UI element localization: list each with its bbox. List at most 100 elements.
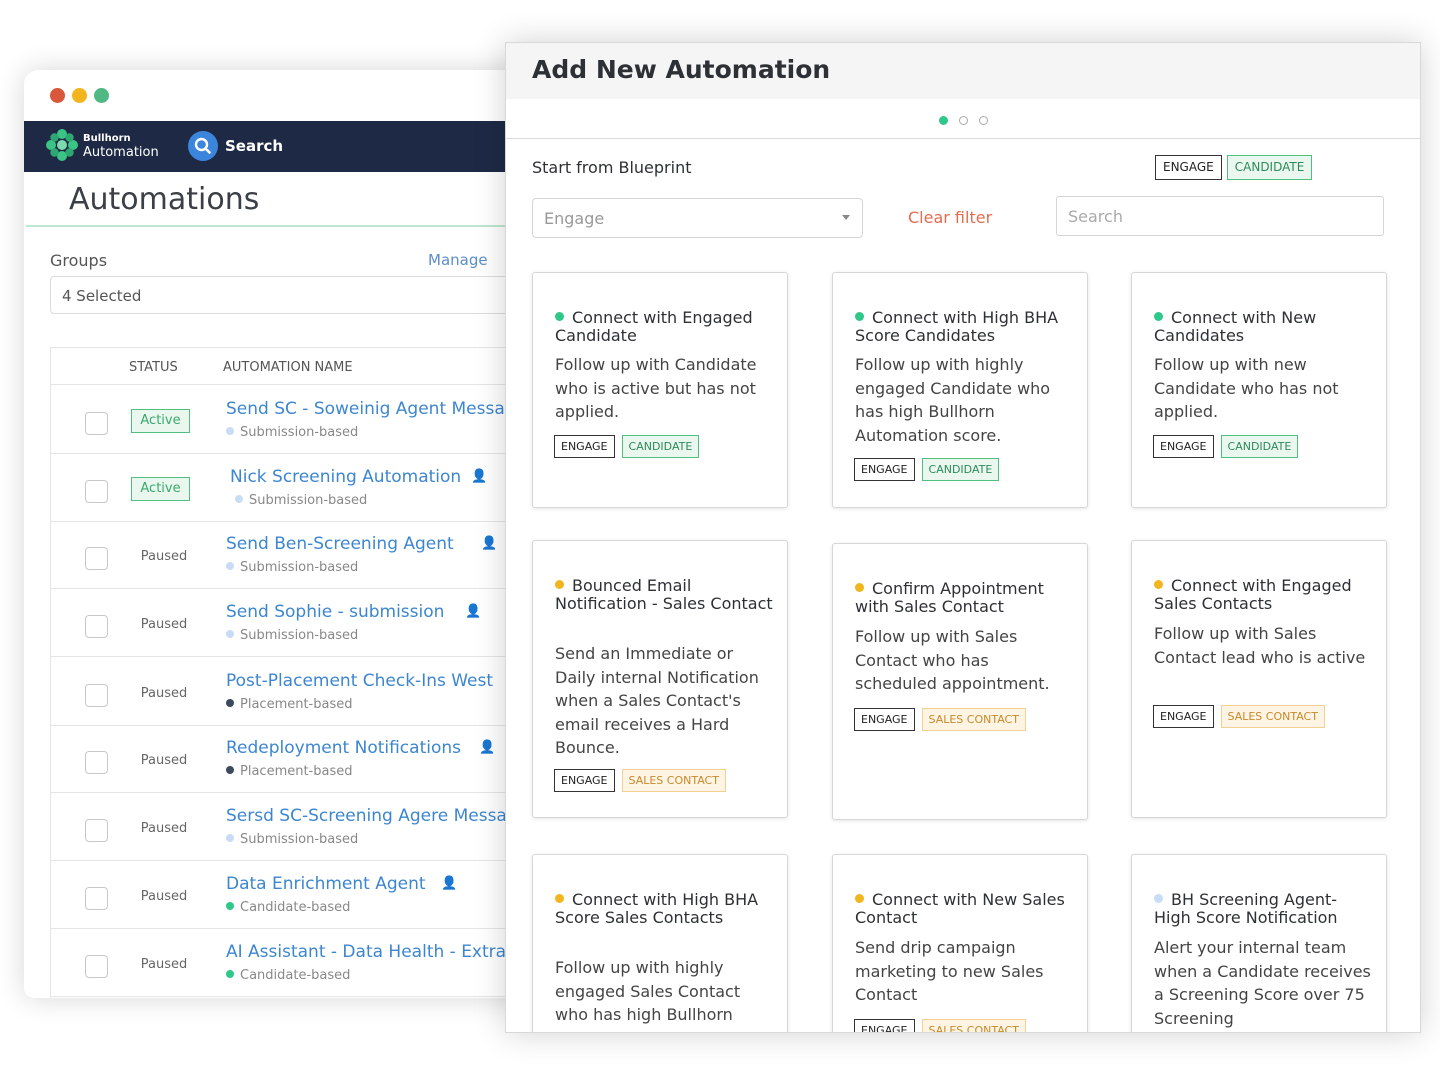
automation-type-label: Submission-based bbox=[240, 628, 359, 643]
page-dot[interactable] bbox=[979, 116, 988, 125]
category-select[interactable]: Engage bbox=[532, 198, 863, 238]
blueprint-card[interactable]: Connect with New Candidates Follow up wit… bbox=[1131, 272, 1387, 508]
groups-select[interactable]: 4 Selected bbox=[50, 276, 584, 314]
blueprint-card[interactable]: Connect with High BHA Score Candidates Fo… bbox=[832, 272, 1088, 508]
category-select-value: Engage bbox=[544, 209, 605, 228]
card-title: BH Screening Agent- High Score Notificat… bbox=[1154, 891, 1374, 927]
engage-tag: ENGAGE bbox=[854, 708, 915, 731]
card-description: Follow up with Sales Contact who has sch… bbox=[855, 627, 1050, 693]
blueprint-card[interactable]: Confirm Appointment with Sales Contact Fo… bbox=[832, 543, 1088, 820]
status-badge: Paused bbox=[140, 617, 188, 632]
row-checkbox[interactable] bbox=[85, 955, 108, 978]
card-title: Confirm Appointment with Sales Contact bbox=[855, 580, 1075, 616]
blueprint-card[interactable]: Connect with High BHA Score Sales Contac… bbox=[532, 854, 788, 1032]
name-column-header[interactable]: AUTOMATION NAME bbox=[223, 360, 353, 375]
status-dot-icon bbox=[1154, 894, 1163, 903]
type-dot-icon bbox=[235, 495, 243, 503]
status-dot-icon bbox=[555, 894, 564, 903]
blueprint-card[interactable]: Connect with New Sales Contact Send drip … bbox=[832, 854, 1088, 1032]
automation-type-label: Submission-based bbox=[240, 560, 359, 575]
blueprint-label: Start from Blueprint bbox=[532, 158, 692, 177]
type-dot-icon bbox=[226, 834, 234, 842]
automation-type: Placement-based bbox=[226, 764, 353, 779]
card-tags: ENGAGE SALES CONTACT bbox=[854, 708, 1026, 731]
automation-name-link[interactable]: Send SC - Soweinig Agent Messa bbox=[226, 399, 505, 419]
card-tags: ENGAGE CANDIDATE bbox=[1153, 435, 1299, 458]
blueprint-search-input[interactable] bbox=[1056, 196, 1384, 236]
minimize-window-button[interactable] bbox=[72, 88, 87, 103]
row-checkbox[interactable] bbox=[85, 547, 108, 570]
card-title: Connect with High BHA Score Candidates bbox=[855, 309, 1075, 345]
row-checkbox[interactable] bbox=[85, 751, 108, 774]
row-checkbox[interactable] bbox=[85, 887, 108, 910]
automation-type-label: Submission-based bbox=[240, 425, 359, 440]
card-description: Follow up with new Candidate who has not… bbox=[1154, 355, 1339, 421]
status-badge: Paused bbox=[140, 957, 188, 972]
clear-filter-button[interactable]: Clear filter bbox=[908, 208, 992, 227]
blueprint-card[interactable]: Bounced Email Notification - Sales Conta… bbox=[532, 540, 788, 818]
add-automation-modal: Add New Automation Start from Blueprint … bbox=[505, 42, 1421, 1033]
status-dot-icon bbox=[1154, 580, 1163, 589]
status-column-header[interactable]: STATUS bbox=[129, 360, 178, 375]
blueprint-card[interactable]: BH Screening Agent- High Score Notificat… bbox=[1131, 854, 1387, 1032]
status-dot-icon bbox=[555, 580, 564, 589]
blueprint-card[interactable]: Connect with Engaged Sales Contacts Follo… bbox=[1131, 540, 1387, 818]
automation-name-link[interactable]: Send Ben-Screening Agent bbox=[226, 534, 454, 554]
automation-type: Submission-based bbox=[226, 560, 358, 575]
engage-tag: ENGAGE bbox=[554, 769, 615, 792]
search-icon[interactable] bbox=[188, 131, 218, 161]
automation-name-link[interactable]: Post-Placement Check-Ins West bbox=[226, 671, 493, 691]
card-title-text: Bounced Email Notification - Sales Conta… bbox=[555, 576, 773, 613]
sales-contact-tag: SALES CONTACT bbox=[621, 769, 726, 792]
engage-tag: ENGAGE bbox=[854, 458, 915, 481]
search-nav-label[interactable]: Search bbox=[225, 137, 283, 155]
automation-name-link[interactable]: Data Enrichment Agent bbox=[226, 874, 426, 894]
row-checkbox[interactable] bbox=[85, 412, 108, 435]
automation-type-label: Candidate-based bbox=[240, 968, 351, 983]
agent-icon: 👤 bbox=[465, 604, 482, 619]
candidate-filter-tag[interactable]: CANDIDATE bbox=[1226, 155, 1313, 180]
card-title-text: BH Screening Agent- High Score Notificat… bbox=[1154, 890, 1338, 927]
page-dot[interactable] bbox=[939, 116, 948, 125]
card-title-text: Connect with High BHA Score Sales Contac… bbox=[555, 890, 759, 927]
engage-tag: ENGAGE bbox=[1153, 705, 1214, 728]
row-checkbox[interactable] bbox=[85, 819, 108, 842]
automation-type: Placement-based bbox=[226, 697, 353, 712]
agent-icon: 👤 bbox=[471, 469, 488, 484]
status-dot-icon bbox=[855, 894, 864, 903]
row-checkbox[interactable] bbox=[85, 615, 108, 638]
row-checkbox[interactable] bbox=[85, 480, 108, 503]
automation-type-label: Placement-based bbox=[240, 697, 353, 712]
maximize-window-button[interactable] bbox=[94, 88, 109, 103]
automation-name-link[interactable]: Nick Screening Automation bbox=[230, 467, 461, 487]
card-description: Follow up with Candidate who is active b… bbox=[555, 355, 757, 421]
status-badge: Paused bbox=[140, 753, 188, 768]
sales-contact-tag: SALES CONTACT bbox=[1220, 705, 1325, 728]
blueprint-card[interactable]: Connect with Engaged Candidate Follow up … bbox=[532, 272, 788, 508]
card-title-text: Connect with Engaged Candidate bbox=[555, 308, 753, 345]
type-dot-icon bbox=[226, 427, 234, 435]
automation-name-link[interactable]: Redeployment Notifications bbox=[226, 738, 461, 758]
card-tags: ENGAGE SALES CONTACT bbox=[554, 769, 726, 792]
page-indicator bbox=[939, 116, 988, 125]
engage-tag: ENGAGE bbox=[854, 1019, 915, 1032]
status-badge: Paused bbox=[140, 549, 188, 564]
automation-type-label: Submission-based bbox=[249, 493, 368, 508]
automation-name-link[interactable]: AI Assistant - Data Health - Extra bbox=[226, 942, 506, 962]
page-dot[interactable] bbox=[959, 116, 968, 125]
automation-type-label: Candidate-based bbox=[240, 900, 351, 915]
automation-type: Submission-based bbox=[235, 493, 367, 508]
card-title-text: Connect with Engaged Sales Contacts bbox=[1154, 576, 1352, 613]
close-window-button[interactable] bbox=[50, 88, 65, 103]
card-title-text: Connect with High BHA Score Candidates bbox=[855, 308, 1059, 345]
engage-filter-tag[interactable]: ENGAGE bbox=[1155, 155, 1222, 180]
row-checkbox[interactable] bbox=[85, 684, 108, 707]
manage-groups-link[interactable]: Manage bbox=[428, 251, 488, 269]
agent-icon: 👤 bbox=[441, 876, 458, 891]
automations-table: STATUS AUTOMATION NAME Active Send SC - S… bbox=[50, 347, 584, 998]
automation-name-link[interactable]: Send Sophie - submission bbox=[226, 602, 444, 622]
automation-name-link[interactable]: Sersd SC-Screening Agere Messa bbox=[226, 806, 507, 826]
candidate-tag: CANDIDATE bbox=[621, 435, 700, 458]
modal-title: Add New Automation bbox=[532, 55, 831, 84]
card-tags: ENGAGE SALES CONTACT bbox=[854, 1019, 1026, 1032]
